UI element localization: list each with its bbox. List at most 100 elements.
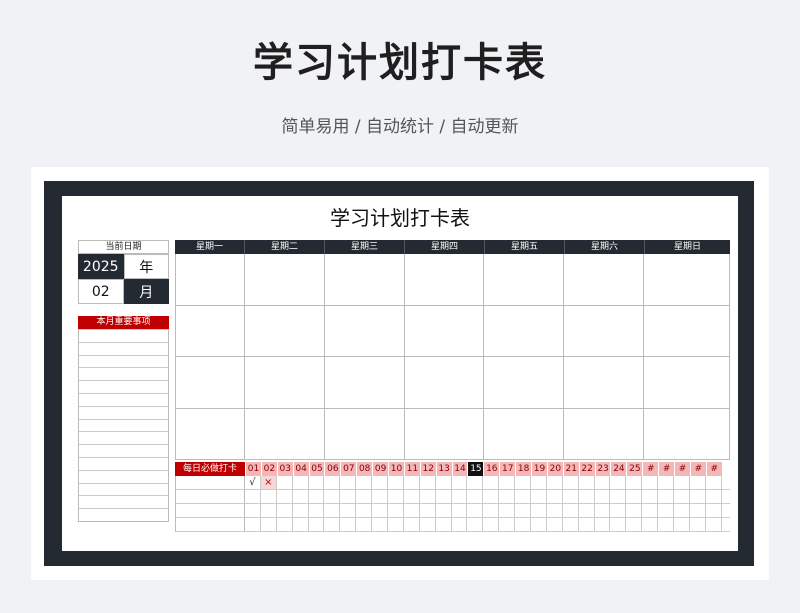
calendar-cell[interactable]	[245, 254, 325, 305]
checkin-cell[interactable]	[420, 518, 436, 531]
checkin-cell[interactable]	[547, 504, 563, 517]
checkin-task-cell[interactable]	[175, 518, 245, 531]
checkin-cell[interactable]	[467, 476, 484, 489]
checkin-cell[interactable]	[531, 476, 547, 489]
checkin-cell[interactable]	[595, 490, 611, 503]
checkin-cell[interactable]	[388, 490, 404, 503]
checkin-cell[interactable]	[515, 476, 532, 489]
checkin-cell[interactable]	[706, 518, 722, 531]
checkin-cell[interactable]	[595, 504, 611, 517]
calendar-cell[interactable]	[484, 357, 565, 408]
checkin-cell[interactable]	[452, 504, 468, 517]
event-line[interactable]	[79, 392, 168, 406]
checkin-cell[interactable]	[467, 518, 484, 531]
checkin-cell[interactable]	[483, 476, 500, 489]
checkin-cell[interactable]	[372, 518, 389, 531]
event-line[interactable]	[79, 508, 168, 521]
cross-mark[interactable]: ×	[260, 476, 277, 489]
checkin-task-cell[interactable]	[175, 490, 245, 503]
checkin-cell[interactable]	[356, 504, 373, 517]
event-line[interactable]	[79, 469, 168, 483]
calendar-cell[interactable]	[644, 357, 731, 408]
calendar-cell[interactable]	[405, 254, 485, 305]
checkin-cell[interactable]	[277, 476, 293, 489]
checkin-cell[interactable]	[420, 476, 436, 489]
calendar-cell[interactable]	[564, 408, 645, 459]
checkin-cell[interactable]	[547, 518, 563, 531]
calendar-cell[interactable]	[325, 254, 405, 305]
checkin-cell[interactable]	[626, 518, 643, 531]
checkin-cell[interactable]	[340, 476, 357, 489]
checkin-cell[interactable]	[340, 490, 357, 503]
calendar-cell[interactable]	[176, 357, 245, 408]
checkin-cell[interactable]	[467, 490, 484, 503]
checkin-cell[interactable]	[563, 476, 579, 489]
checkin-cell[interactable]	[674, 490, 690, 503]
checkin-cell[interactable]	[499, 476, 516, 489]
event-line[interactable]	[79, 405, 168, 419]
checkin-cell[interactable]	[579, 504, 595, 517]
calendar-cell[interactable]	[245, 305, 325, 356]
checkin-cell[interactable]	[531, 504, 547, 517]
checkin-cell[interactable]	[467, 504, 484, 517]
checkin-cell[interactable]	[340, 504, 357, 517]
checkin-cell[interactable]	[452, 476, 468, 489]
checkin-cell[interactable]	[499, 504, 516, 517]
checkin-cell[interactable]	[674, 504, 690, 517]
calendar-cell[interactable]	[405, 305, 485, 356]
checkin-cell[interactable]	[309, 518, 325, 531]
checkin-cell[interactable]	[293, 490, 309, 503]
checkin-cell[interactable]	[324, 504, 341, 517]
checkin-cell[interactable]	[610, 504, 627, 517]
checkin-cell[interactable]	[610, 490, 627, 503]
checkin-cell[interactable]	[388, 476, 404, 489]
checkin-cell[interactable]	[452, 518, 468, 531]
checkin-cell[interactable]	[642, 476, 659, 489]
calendar-cell[interactable]	[484, 408, 565, 459]
checkin-cell[interactable]	[642, 504, 659, 517]
checkin-cell[interactable]	[277, 504, 293, 517]
checkin-cell[interactable]	[245, 490, 261, 503]
calendar-cell[interactable]	[484, 305, 565, 356]
checkin-cell[interactable]	[515, 518, 532, 531]
checkin-cell[interactable]	[404, 490, 420, 503]
checkin-cell[interactable]	[547, 490, 563, 503]
checkin-task-cell[interactable]	[175, 504, 245, 517]
checkin-cell[interactable]	[658, 518, 675, 531]
calendar-cell[interactable]	[176, 408, 245, 459]
event-line[interactable]	[79, 341, 168, 355]
checkin-cell[interactable]	[436, 490, 452, 503]
checkin-cell[interactable]	[642, 490, 659, 503]
checkin-cell[interactable]	[706, 490, 722, 503]
checkin-cell[interactable]	[277, 518, 293, 531]
checkin-cell[interactable]	[372, 490, 389, 503]
events-list[interactable]	[78, 329, 169, 522]
checkin-cell[interactable]	[483, 490, 500, 503]
checkin-cell[interactable]	[483, 504, 500, 517]
checkin-cell[interactable]	[293, 518, 309, 531]
calendar-cell[interactable]	[564, 254, 645, 305]
checkin-cell[interactable]	[309, 476, 325, 489]
checkin-cell[interactable]	[690, 518, 706, 531]
calendar-cell[interactable]	[325, 408, 405, 459]
checkin-cell[interactable]	[690, 504, 706, 517]
checkin-cell[interactable]	[436, 518, 452, 531]
checkin-cell[interactable]	[531, 518, 547, 531]
calendar-cell[interactable]	[176, 254, 245, 305]
checkin-cell[interactable]	[626, 476, 643, 489]
checkin-cell[interactable]	[452, 490, 468, 503]
checkin-cell[interactable]	[610, 476, 627, 489]
checkin-cell[interactable]	[261, 504, 277, 517]
checkin-cell[interactable]	[515, 490, 532, 503]
checkin-cell[interactable]	[436, 504, 452, 517]
year-value[interactable]: 2025	[78, 254, 124, 279]
checkin-task-cell[interactable]	[175, 476, 245, 489]
event-line[interactable]	[79, 418, 168, 432]
checkin-cell[interactable]	[388, 518, 404, 531]
checkin-cell[interactable]	[356, 490, 373, 503]
checkin-cell[interactable]	[595, 476, 611, 489]
checkin-cell[interactable]	[563, 490, 579, 503]
checkin-cell[interactable]	[626, 490, 643, 503]
checkin-cell[interactable]	[324, 476, 341, 489]
checkin-cell[interactable]	[293, 476, 309, 489]
